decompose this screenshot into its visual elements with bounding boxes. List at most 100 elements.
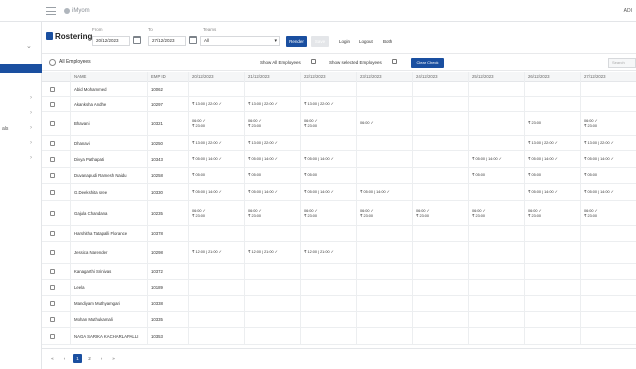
column-header-date[interactable]: 25/12/2023 — [472, 74, 494, 79]
row-checkbox[interactable] — [50, 87, 55, 92]
row-checkbox[interactable] — [50, 334, 55, 339]
shift-cell[interactable]: 06:00 ✓ ₹ 23:00 — [472, 209, 486, 219]
shift-cell[interactable]: ₹ 05:00 | 14:00 ✓ — [528, 190, 558, 195]
calendar-icon[interactable] — [133, 36, 141, 44]
table-row[interactable]: NAGA SARIKA KACHARLAPALLI 10353 — [42, 328, 636, 345]
shift-cell[interactable]: ₹ 13:00 | 22:00 ✓ — [584, 141, 614, 146]
from-date-input[interactable]: 20/12/2023 — [92, 36, 130, 46]
shift-cell[interactable]: ₹ 05:00 | 14:00 ✓ — [584, 157, 614, 162]
shift-cell[interactable]: ₹ 12:00 | 21:00 ✓ — [304, 250, 334, 255]
page-1-button[interactable]: 1 — [73, 354, 82, 363]
shift-cell[interactable]: 06:00 ✓ — [360, 121, 374, 126]
shift-cell[interactable]: ₹ 05:00 | 14:00 ✓ — [248, 190, 278, 195]
table-row[interactable]: Kanagarthi Srinivas 10372 — [42, 264, 636, 280]
shift-cell[interactable]: ₹ 05:00 | 14:00 ✓ — [304, 190, 334, 195]
shift-cell[interactable]: ₹ 13:00 | 22:00 ✓ — [192, 102, 222, 107]
column-header-date[interactable]: 24/12/2023 — [416, 74, 438, 79]
show-all-employees-checkbox[interactable] — [311, 59, 316, 64]
shift-cell[interactable]: 06:00 ✓ ₹ 23:00 — [584, 119, 598, 129]
row-checkbox[interactable] — [50, 157, 55, 162]
to-date-input[interactable]: 27/12/2023 — [148, 36, 186, 46]
logout-button[interactable]: Logout — [359, 36, 373, 47]
shift-cell[interactable]: ₹ 05:00 | 14:00 ✓ — [248, 157, 278, 162]
radio-icon[interactable] — [49, 59, 56, 66]
shift-cell[interactable]: 06:00 ✓ ₹ 23:00 — [528, 209, 542, 219]
first-page-button[interactable]: « — [48, 354, 57, 363]
shift-cell[interactable]: 06:00 ✓ ₹ 23:00 — [416, 209, 430, 219]
table-row[interactable]: Divya Pathapati 10343 ₹ 05:00 | 14:00 ✓ ₹ 0… — [42, 151, 636, 168]
column-header-date[interactable]: 21/12/2023 — [248, 74, 270, 79]
both-button[interactable]: Both — [383, 36, 392, 47]
shift-cell[interactable]: ₹ 05:00 | 14:00 ✓ — [528, 157, 558, 162]
row-checkbox[interactable] — [50, 173, 55, 178]
column-header-emp-id[interactable]: EMP ID — [151, 74, 166, 79]
column-header-date[interactable]: 27/12/2023 — [584, 74, 606, 79]
shift-cell[interactable]: ₹ 12:00 | 21:00 ✓ — [192, 250, 222, 255]
shift-cell[interactable]: ₹ 05:00 — [248, 173, 261, 178]
table-row[interactable]: Dhanavi 10250 ₹ 13:00 | 22:00 ✓ ₹ 13:00 | 2… — [42, 136, 636, 151]
sidebar-active-item[interactable] — [0, 64, 42, 73]
shift-cell[interactable]: ₹ 05:00 | 14:00 ✓ — [584, 190, 614, 195]
shift-cell[interactable]: 06:00 ✓ ₹ 23:00 — [192, 209, 206, 219]
row-checkbox[interactable] — [50, 190, 55, 195]
shift-cell[interactable]: 06:00 ✓ ₹ 23:00 — [304, 209, 318, 219]
prev-page-button[interactable]: ‹ — [60, 354, 69, 363]
row-checkbox[interactable] — [50, 121, 55, 126]
shift-cell[interactable]: ₹ 23:00 — [528, 121, 541, 126]
chevron-right-icon[interactable]: › — [30, 125, 32, 131]
shift-cell[interactable]: ₹ 13:00 | 22:00 ✓ — [304, 102, 334, 107]
shift-cell[interactable]: 06:00 ✓ ₹ 23:00 — [248, 119, 262, 129]
shift-cell[interactable]: ₹ 13:00 | 22:00 ✓ — [528, 141, 558, 146]
shift-cell[interactable]: ₹ 05:00 | 14:00 ✓ — [192, 157, 222, 162]
search-input[interactable]: Search — [608, 58, 636, 68]
calendar-icon[interactable] — [189, 36, 197, 44]
table-row[interactable]: Gajula Chandana 10235 06:00 ✓ ₹ 23:00 06:00 … — [42, 201, 636, 226]
column-header-date[interactable]: 22/12/2023 — [304, 74, 326, 79]
all-employees-label[interactable]: All Employees — [59, 59, 91, 65]
shift-cell[interactable]: ₹ 05:00 | 14:00 ✓ — [472, 157, 502, 162]
teams-select[interactable]: All ▾ — [200, 36, 280, 46]
row-checkbox[interactable] — [50, 102, 55, 107]
chevron-down-icon[interactable]: ⌄ — [26, 42, 32, 50]
row-checkbox[interactable] — [50, 269, 55, 274]
show-selected-employees-checkbox[interactable] — [392, 59, 397, 64]
last-page-button[interactable]: » — [109, 354, 118, 363]
shift-cell[interactable]: ₹ 13:00 | 22:00 ✓ — [192, 141, 222, 146]
shift-cell[interactable]: 06:00 ✓ ₹ 23:00 — [248, 209, 262, 219]
chevron-right-icon[interactable]: › — [30, 155, 32, 161]
table-row[interactable]: Abid Mohammed 10062 — [42, 82, 636, 97]
hamburger-menu-icon[interactable] — [46, 6, 56, 15]
column-header-date[interactable]: 26/12/2023 — [528, 74, 550, 79]
shift-cell[interactable]: ₹ 05:00 | 14:00 ✓ — [360, 190, 390, 195]
table-row[interactable]: Jessica Narender 10298 ₹ 12:00 | 21:00 ✓ ₹ … — [42, 242, 636, 264]
shift-cell[interactable]: 06:00 ✓ ₹ 23:00 — [192, 119, 206, 129]
table-row[interactable]: Mohan Muthukamali 10335 — [42, 312, 636, 328]
shift-cell[interactable]: ₹ 13:00 | 22:00 ✓ — [248, 141, 278, 146]
render-button[interactable]: Render — [286, 36, 307, 47]
chevron-right-icon[interactable]: › — [30, 140, 32, 146]
shift-cell[interactable]: 06:00 ✓ ₹ 23:00 — [360, 209, 374, 219]
shift-cell[interactable]: ₹ 05:00 — [304, 173, 317, 178]
shift-cell[interactable]: ₹ 05:00 — [584, 173, 597, 178]
row-checkbox[interactable] — [50, 250, 55, 255]
table-row[interactable]: Harshitha Tatapalli Florance 10378 — [42, 226, 636, 242]
row-checkbox[interactable] — [50, 141, 55, 146]
shift-cell[interactable]: ₹ 13:00 | 22:00 ✓ — [248, 102, 278, 107]
row-checkbox[interactable] — [50, 317, 55, 322]
table-row[interactable]: Leela 10189 — [42, 280, 636, 296]
table-row[interactable]: Bhavani 10321 06:00 ✓ ₹ 23:00 06:00 ✓ ₹ 23:00… — [42, 112, 636, 136]
chevron-right-icon[interactable]: › — [30, 95, 32, 101]
shift-cell[interactable]: 06:00 ✓ ₹ 23:00 — [584, 209, 598, 219]
table-row[interactable]: Akanksha Andhe 10297 ₹ 13:00 | 22:00 ✓ ₹ 13… — [42, 97, 636, 112]
sidebar-item-label[interactable]: als — [2, 126, 8, 132]
row-checkbox[interactable] — [50, 285, 55, 290]
shift-cell[interactable]: ₹ 05:00 — [472, 173, 485, 178]
column-header-date[interactable]: 23/12/2023 — [360, 74, 382, 79]
row-checkbox[interactable] — [50, 211, 55, 216]
row-checkbox[interactable] — [50, 301, 55, 306]
row-checkbox[interactable] — [50, 231, 55, 236]
shift-cell[interactable]: ₹ 05:00 | 14:00 ✓ — [304, 157, 334, 162]
clear-check-button[interactable]: Clear Check — [411, 58, 444, 68]
column-header-name[interactable]: NAME — [74, 74, 86, 79]
next-page-button[interactable]: › — [97, 354, 106, 363]
